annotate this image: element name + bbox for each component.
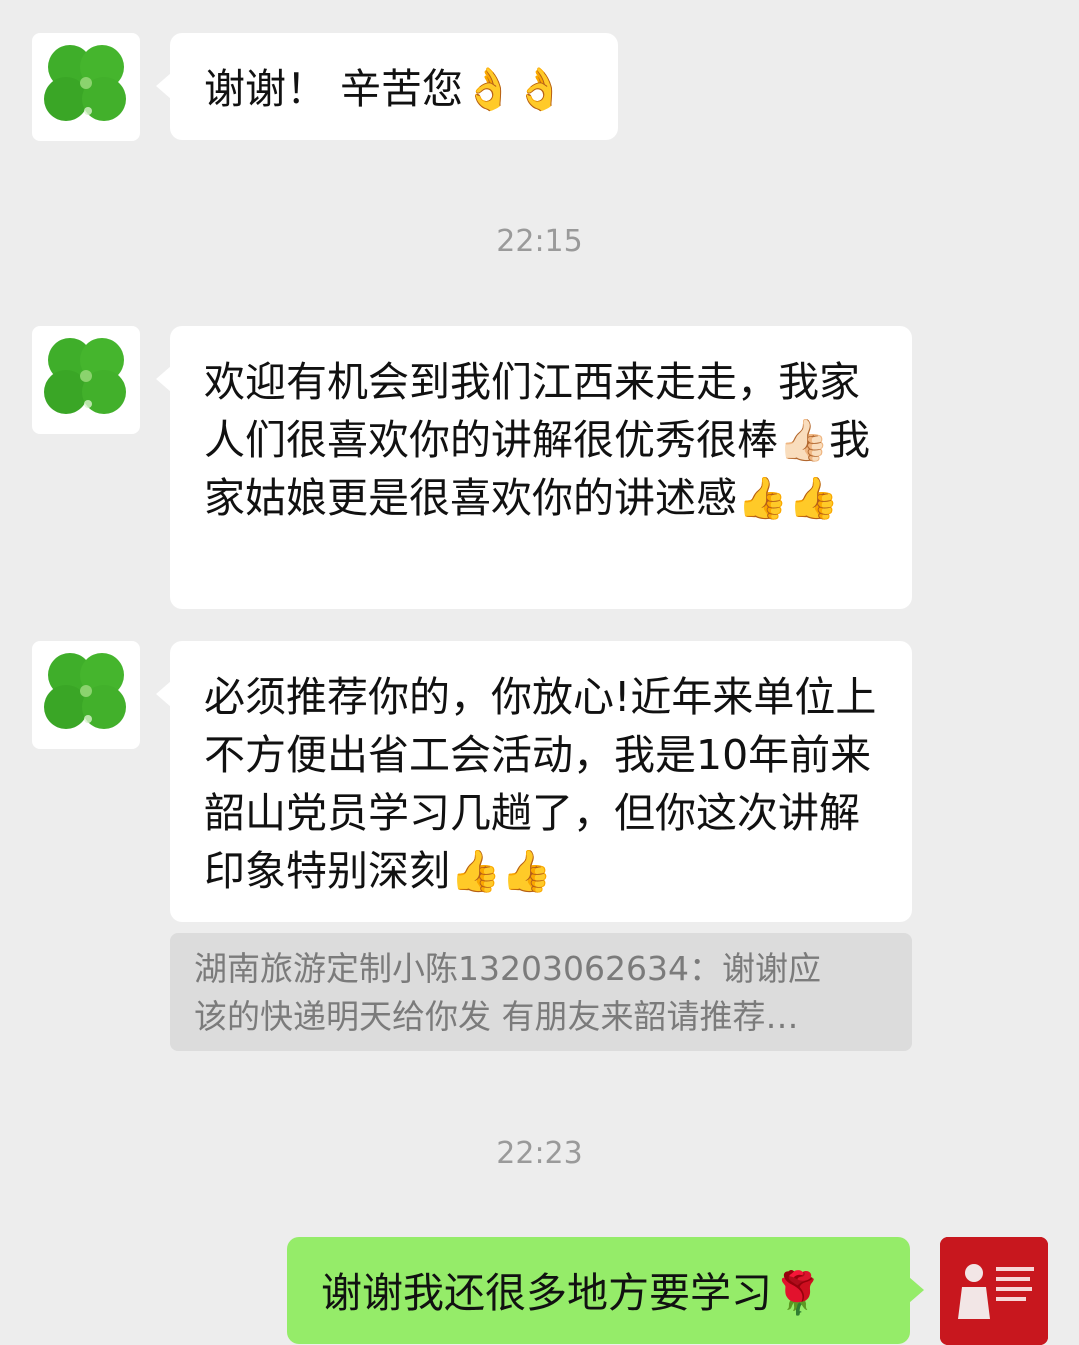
contact-avatar[interactable]	[32, 326, 140, 434]
four-leaf-clover-icon	[44, 45, 126, 121]
message-text: 谢谢！ 辛苦您👌👌	[204, 65, 566, 113]
contact-avatar[interactable]	[32, 641, 140, 749]
red-poster-avatar-icon	[940, 1237, 1048, 1345]
message-bubble-1[interactable]: 谢谢！ 辛苦您👌👌	[156, 33, 618, 140]
message-bubble-3[interactable]: 必须推荐你的，你放心!近年来单位上不方便出省工会活动，我是10年前来韶山党员学习…	[156, 641, 912, 922]
quote-line-2: 该的快递明天给你发 有朋友来韶请推荐…	[194, 997, 799, 1036]
timestamp-1: 22:15	[496, 224, 583, 259]
message-text: 欢迎有机会到我们江西来走走，我家人们很喜欢你的讲解很优秀很棒👍🏻我家姑娘更是很喜…	[204, 358, 871, 522]
message-bubble-2[interactable]: 欢迎有机会到我们江西来走走，我家人们很喜欢你的讲解很优秀很棒👍🏻我家姑娘更是很喜…	[156, 326, 912, 609]
message-text: 必须推荐你的，你放心!近年来单位上不方便出省工会活动，我是10年前来韶山党员学习…	[204, 673, 877, 895]
quoted-message[interactable]: 湖南旅游定制小陈13203062634：谢谢应 该的快递明天给你发 有朋友来韶请…	[170, 933, 912, 1051]
message-bubble-self[interactable]: 谢谢我还很多地方要学习🌹	[287, 1237, 924, 1344]
timestamp-2: 22:23	[496, 1136, 583, 1171]
quote-line-1: 湖南旅游定制小陈13203062634：谢谢应	[194, 949, 821, 988]
message-text: 谢谢我还很多地方要学习🌹	[321, 1269, 824, 1317]
four-leaf-clover-icon	[44, 653, 126, 729]
contact-avatar[interactable]	[32, 33, 140, 141]
four-leaf-clover-icon	[44, 338, 126, 414]
self-avatar[interactable]	[940, 1237, 1048, 1345]
